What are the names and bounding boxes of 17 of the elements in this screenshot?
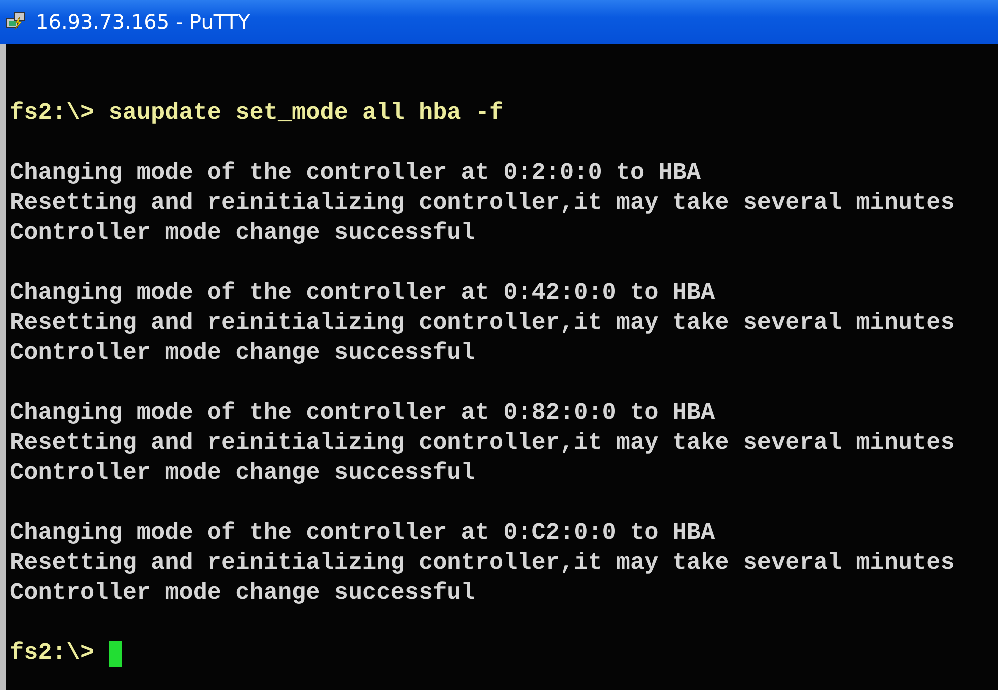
output-line: Controller mode change successful (10, 219, 476, 249)
output-line: Resetting and reinitializing controller,it may take several minutes (10, 429, 956, 459)
output-line: Resetting and reinitializing controller,it may take several minutes (10, 189, 956, 219)
output-line: Changing mode of the controller at 0:C2:0:0 to HBA (10, 519, 716, 549)
computer-lightning-icon (6, 11, 28, 33)
output-line: Changing mode of the controller at 0:42:0:0 to HBA (10, 279, 716, 309)
output-line: Controller mode change successful (10, 459, 476, 489)
prompt: fs2:\> (10, 639, 95, 669)
output-line: Resetting and reinitializing controller,it may take several minutes (10, 309, 956, 339)
text-cursor (108, 641, 122, 667)
output-line: Controller mode change successful (10, 579, 476, 609)
output-line: Resetting and reinitializing controller,it may take several minutes (10, 549, 956, 579)
output-line: Changing mode of the controller at 0:2:0:0 to HBA (10, 159, 702, 189)
command-line: fs2:\> saupdate set_mode all hba -f (10, 99, 505, 129)
window-title: 16.93.73.165 - PuTTY (36, 10, 250, 34)
output-line: Controller mode change successful (10, 339, 476, 369)
output-line: Changing mode of the controller at 0:82:0:0 to HBA (10, 399, 716, 429)
